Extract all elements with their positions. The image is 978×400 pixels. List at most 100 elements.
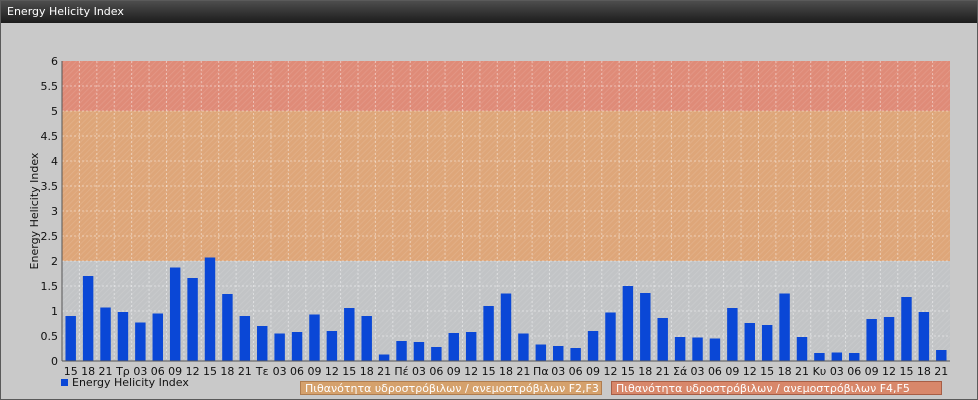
legend: Energy Helicity Index <box>61 376 189 389</box>
bar <box>936 350 947 361</box>
x-tick-label: Σά <box>673 365 687 378</box>
bar <box>291 332 303 361</box>
x-tick-label: Τε <box>255 365 269 378</box>
y-tick-label: 1 <box>51 305 58 318</box>
x-tick-label: 18 <box>360 365 374 378</box>
bar <box>761 325 773 361</box>
y-tick-label: 2 <box>51 255 58 268</box>
bar <box>135 322 146 361</box>
x-tick-label: 15 <box>342 365 356 378</box>
x-tick-label: 06 <box>429 365 443 378</box>
x-tick-label: 21 <box>238 365 252 378</box>
bar <box>169 267 181 361</box>
zone-label-f2f3: Πιθανότητα υδροστρόβιλων / ανεμοστρόβιλω… <box>300 381 602 395</box>
y-tick-label: 6 <box>51 55 58 68</box>
x-tick-label: 09 <box>307 365 321 378</box>
bar <box>257 326 268 361</box>
y-tick-label: 3 <box>51 205 58 218</box>
x-tick-label: 18 <box>638 365 652 378</box>
y-tick-label: 5 <box>51 105 58 118</box>
bar <box>117 312 129 361</box>
bar <box>204 257 216 361</box>
bar <box>796 337 808 361</box>
bar <box>483 306 494 361</box>
bar <box>535 344 547 361</box>
bar <box>657 318 668 361</box>
x-tick-label: 06 <box>569 365 583 378</box>
x-tick-label: 21 <box>516 365 530 378</box>
x-tick-label: 12 <box>603 365 617 378</box>
bar <box>187 278 198 361</box>
bar <box>727 308 738 361</box>
x-tick-label: 18 <box>778 365 792 378</box>
bar <box>866 319 877 361</box>
zone-label-f4f5: Πιθανότητα υδροστρόβιλων / ανεμοστρόβιλω… <box>611 381 942 395</box>
bar <box>309 314 320 361</box>
x-tick-label: 21 <box>795 365 809 378</box>
legend-swatch <box>61 379 68 386</box>
x-tick-label: 09 <box>447 365 461 378</box>
bar <box>779 293 790 361</box>
bar <box>82 276 94 361</box>
x-tick-label: 06 <box>847 365 861 378</box>
y-tick-label: 4.5 <box>41 130 59 143</box>
bar <box>831 352 843 361</box>
bar <box>605 312 616 361</box>
x-tick-label: 12 <box>743 365 757 378</box>
bar <box>222 294 233 361</box>
bar <box>396 341 407 361</box>
window-title: Energy Helicity Index <box>1 1 977 23</box>
bar <box>553 346 564 361</box>
y-tick-label: 4 <box>51 155 58 168</box>
x-tick-label: 15 <box>482 365 496 378</box>
x-tick-label: 12 <box>325 365 339 378</box>
bar <box>152 313 163 361</box>
x-tick-label: Πα <box>533 365 549 378</box>
x-tick-label: 03 <box>273 365 287 378</box>
bar <box>709 338 721 361</box>
bar <box>692 337 703 361</box>
y-tick-label: 0.5 <box>41 330 59 343</box>
legend-label: Energy Helicity Index <box>72 376 189 389</box>
y-tick-label: 0 <box>51 355 58 368</box>
bar <box>413 342 425 361</box>
x-tick-label: 21 <box>377 365 391 378</box>
x-tick-label: 03 <box>412 365 426 378</box>
x-tick-label: 12 <box>464 365 478 378</box>
x-tick-label: 15 <box>203 365 217 378</box>
bar <box>918 312 930 361</box>
x-tick-label: 21 <box>934 365 948 378</box>
bar <box>361 316 372 361</box>
bar <box>448 333 459 361</box>
bar <box>239 316 251 361</box>
bar <box>518 333 529 361</box>
bar <box>674 337 686 361</box>
bar <box>744 323 755 361</box>
x-tick-label: 06 <box>708 365 722 378</box>
x-tick-label: 15 <box>621 365 635 378</box>
bar <box>883 317 895 361</box>
bar <box>465 332 477 361</box>
x-tick-label: 15 <box>899 365 913 378</box>
y-tick-label: 5.5 <box>41 80 59 93</box>
x-tick-label: 12 <box>882 365 896 378</box>
x-tick-label: 09 <box>865 365 879 378</box>
x-tick-label: Πέ <box>394 365 408 378</box>
x-tick-label: 06 <box>290 365 304 378</box>
y-axis-label: Energy Helicity Index <box>28 152 41 269</box>
x-tick-label: 15 <box>760 365 774 378</box>
bar <box>587 331 599 361</box>
x-tick-label: 18 <box>220 365 234 378</box>
x-tick-label: 03 <box>830 365 844 378</box>
bar <box>901 297 912 361</box>
x-tick-label: 18 <box>917 365 931 378</box>
bar <box>570 348 581 361</box>
bar <box>622 286 634 361</box>
y-tick-label: 1.5 <box>41 280 59 293</box>
x-tick-label: 03 <box>551 365 565 378</box>
bar <box>65 316 76 361</box>
x-tick-label: 09 <box>725 365 739 378</box>
y-tick-label: 3.5 <box>41 180 59 193</box>
bar <box>378 354 390 361</box>
bar <box>640 293 651 361</box>
